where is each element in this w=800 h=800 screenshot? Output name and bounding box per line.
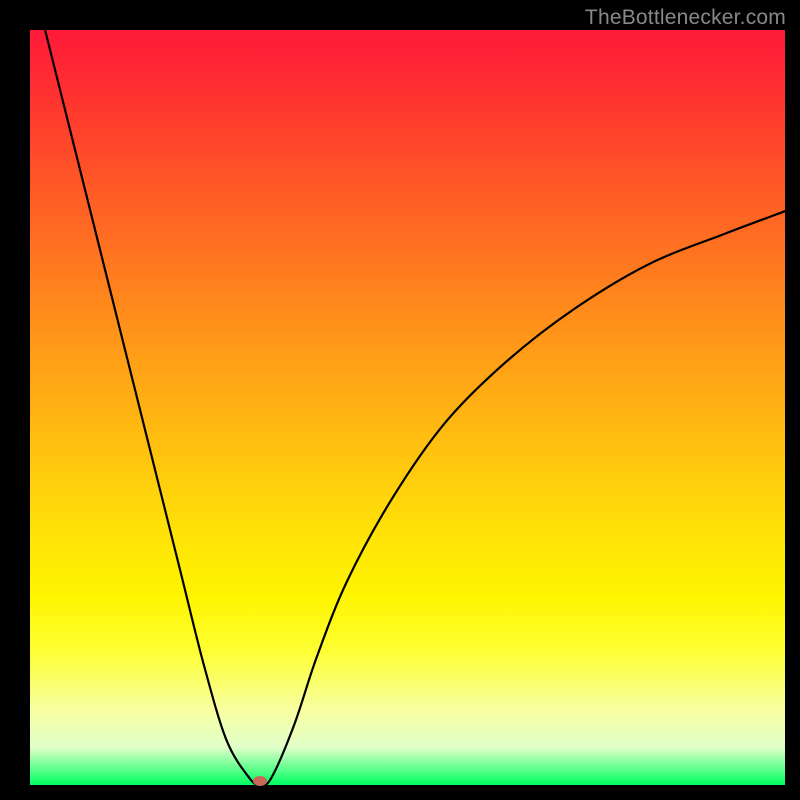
optimal-point-marker <box>253 776 267 786</box>
watermark-text: TheBottlenecker.com <box>585 6 786 30</box>
chart-container: TheBottlenecker.com <box>0 0 800 800</box>
bottleneck-curve <box>30 30 785 785</box>
